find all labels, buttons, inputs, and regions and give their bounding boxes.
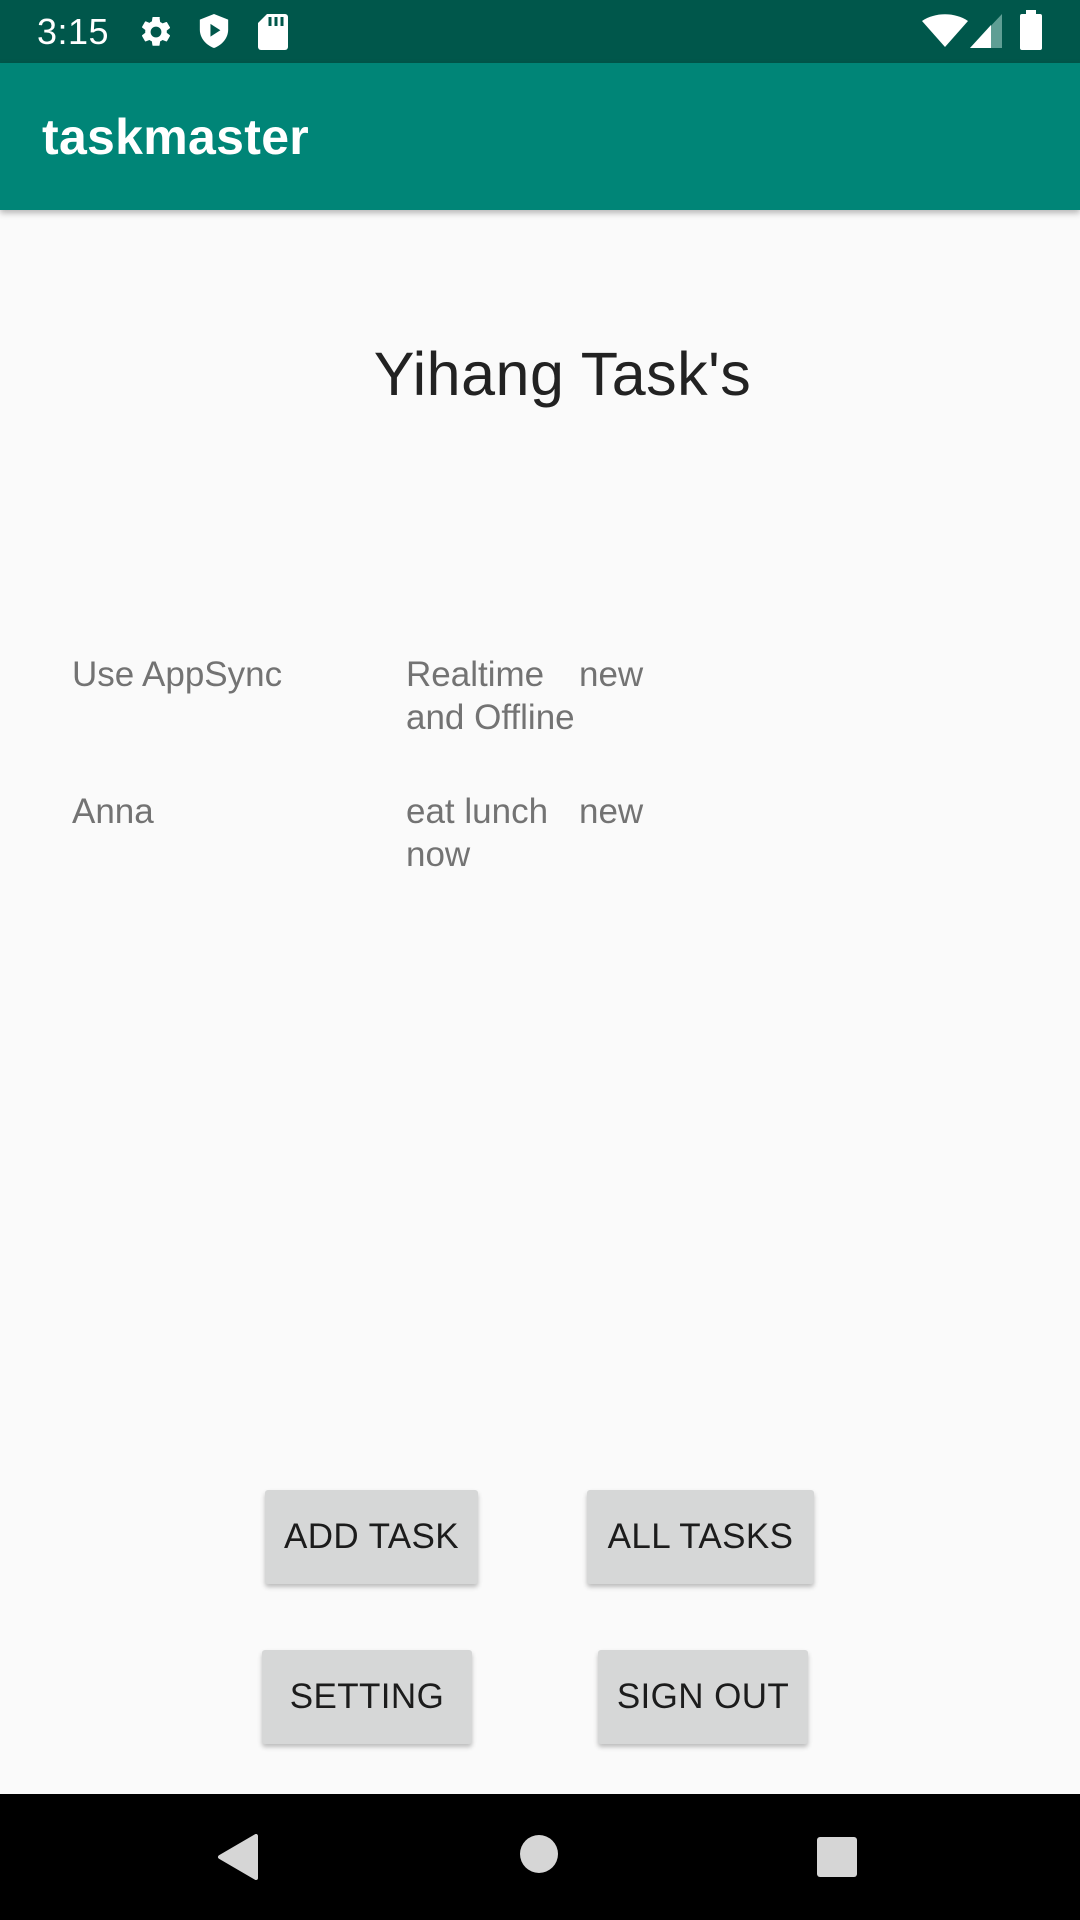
sign-out-button[interactable]: SIGN OUT [598,1650,808,1744]
navigation-bar [0,1794,1080,1920]
task-row[interactable]: Anna eat lunch now new [0,790,1080,884]
page-title: Yihang Task's [373,340,752,408]
status-time: 3:15 [37,11,110,52]
add-task-button[interactable]: ADD TASK [265,1490,478,1584]
task-row[interactable]: Use AppSync Realtime and Offline new [0,653,1080,790]
app-title: taskmaster [42,109,310,165]
status-bar: 3:15 [0,0,1080,63]
task-state: new [579,792,644,831]
home-icon[interactable] [520,1835,558,1873]
sd-card-icon [258,14,288,50]
task-body: eat lunch now [406,792,549,874]
task-state: new [579,655,644,694]
main-content: Yihang Task's Use AppSync Realtime and O… [0,210,1080,1794]
app-bar: taskmaster [0,63,1080,210]
task-user: Anna [72,792,154,831]
cell-signal-icon [970,14,1002,48]
setting-button[interactable]: SETTING [262,1650,472,1744]
all-tasks-button[interactable]: ALL TASKS [587,1490,814,1584]
battery-icon [1020,10,1042,50]
task-user: Use AppSync [72,655,283,694]
wifi-icon [922,14,968,47]
gear-icon [141,16,171,46]
task-body: Realtime and Offline [406,655,575,737]
recents-icon[interactable] [817,1837,857,1877]
shield-play-icon [199,14,229,48]
back-icon[interactable] [216,1834,260,1880]
